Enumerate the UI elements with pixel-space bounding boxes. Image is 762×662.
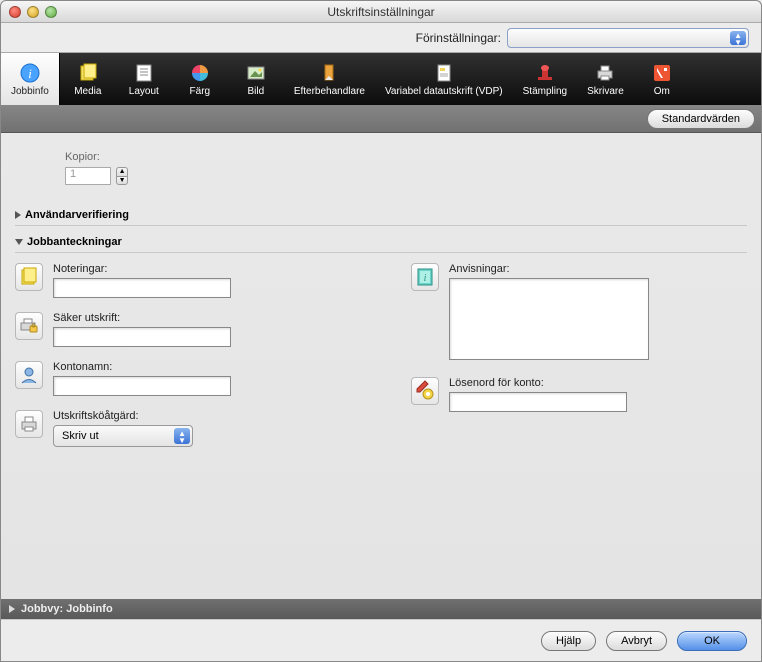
- about-icon: [651, 62, 673, 84]
- statusbar[interactable]: Jobbvy: Jobbinfo: [1, 599, 761, 619]
- cancel-button[interactable]: Avbryt: [606, 631, 667, 651]
- stamp-icon: [534, 62, 556, 84]
- tab-printer[interactable]: Skrivare: [577, 53, 634, 105]
- account-password-label: Lösenord för konto:: [449, 377, 747, 389]
- section-job-notes[interactable]: Jobbanteckningar: [15, 232, 747, 253]
- queue-action-value: Skriv ut: [62, 430, 99, 442]
- field-queue-action: Utskriftsköåtgärd: Skriv ut ▲▼: [15, 410, 351, 447]
- secure-print-icon: [15, 312, 43, 340]
- secure-print-input[interactable]: [53, 327, 231, 347]
- defaults-button-label: Standardvärden: [662, 113, 740, 125]
- window-title: Utskriftsinställningar: [1, 5, 761, 19]
- chevron-right-icon: [9, 605, 15, 613]
- content-area: Kopior: 1 ▲ ▼ Användarverifiering Jobban…: [1, 133, 761, 599]
- tab-image[interactable]: Bild: [228, 53, 284, 105]
- printer-icon: [15, 410, 43, 438]
- printer-icon: [594, 62, 616, 84]
- chevron-right-icon: [15, 211, 21, 219]
- col-left: Noteringar: Säker utskrift:: [15, 263, 351, 461]
- instructions-label: Anvisningar:: [449, 263, 747, 275]
- secure-print-label: Säker utskrift:: [53, 312, 351, 324]
- ok-button[interactable]: OK: [677, 631, 747, 651]
- presets-dropdown[interactable]: ▲▼: [507, 28, 749, 48]
- cancel-button-label: Avbryt: [621, 635, 652, 647]
- account-name-label: Kontonamn:: [53, 361, 351, 373]
- footer: Hjälp Avbryt OK: [1, 619, 761, 661]
- field-notes: Noteringar:: [15, 263, 351, 298]
- tab-media[interactable]: Media: [60, 53, 116, 105]
- tab-color[interactable]: Färg: [172, 53, 228, 105]
- chevron-updown-icon: ▲▼: [178, 430, 186, 444]
- tab-label: Bild: [247, 86, 264, 97]
- copies-label: Kopior:: [65, 151, 747, 163]
- layout-icon: [133, 62, 155, 84]
- svg-text:i: i: [424, 273, 427, 284]
- field-account-password: Lösenord för konto:: [411, 377, 747, 412]
- media-icon: [77, 62, 99, 84]
- svg-text:i: i: [28, 66, 32, 81]
- queue-action-label: Utskriftsköåtgärd:: [53, 410, 351, 422]
- tab-finishing[interactable]: Efterbehandlare: [284, 53, 375, 105]
- copies-input[interactable]: 1: [65, 167, 111, 185]
- tab-label: Om: [654, 86, 670, 97]
- toolbar: i Jobbinfo Media Layout Färg Bi: [1, 53, 761, 105]
- stepper-up[interactable]: ▲: [116, 167, 128, 176]
- defaults-button[interactable]: Standardvärden: [647, 109, 755, 129]
- notes-input[interactable]: [53, 278, 231, 298]
- instructions-textarea[interactable]: [449, 278, 649, 360]
- stepper-down[interactable]: ▼: [116, 176, 128, 185]
- tab-label: Media: [74, 86, 101, 97]
- statusbar-text: Jobbvy: Jobbinfo: [21, 603, 113, 615]
- chevron-updown-icon: ▲▼: [734, 32, 742, 46]
- tab-about[interactable]: Om: [634, 53, 690, 105]
- tab-label: Skrivare: [587, 86, 624, 97]
- help-button[interactable]: Hjälp: [541, 631, 596, 651]
- col-right: i Anvisningar: Lösenord för konto:: [411, 263, 747, 461]
- print-settings-window: Utskriftsinställningar Förinställningar:…: [0, 0, 762, 662]
- queue-action-dropdown[interactable]: Skriv ut ▲▼: [53, 425, 193, 447]
- ok-button-label: OK: [704, 635, 720, 647]
- field-secure-print: Säker utskrift:: [15, 312, 351, 347]
- bookmark-icon: [318, 62, 340, 84]
- section-user-verification[interactable]: Användarverifiering: [15, 205, 747, 226]
- notes-icon: [15, 263, 43, 291]
- tab-label: Jobbinfo: [11, 86, 49, 97]
- tab-stamping[interactable]: Stämpling: [513, 53, 577, 105]
- copies-row: Kopior: 1 ▲ ▼: [65, 151, 747, 185]
- user-icon: [15, 361, 43, 389]
- account-password-input[interactable]: [449, 392, 627, 412]
- field-account-name: Kontonamn:: [15, 361, 351, 396]
- presets-label: Förinställningar:: [416, 31, 501, 45]
- tab-label: Stämpling: [523, 86, 567, 97]
- tab-jobinfo[interactable]: i Jobbinfo: [1, 53, 60, 105]
- info-icon: i: [19, 62, 41, 84]
- job-notes-panel: Noteringar: Säker utskrift:: [15, 263, 747, 461]
- tab-label: Efterbehandlare: [294, 86, 365, 97]
- copies-stepper: ▲ ▼: [116, 167, 128, 185]
- key-icon: [411, 377, 439, 405]
- tab-label: Färg: [190, 86, 211, 97]
- image-icon: [245, 62, 267, 84]
- section-title: Jobbanteckningar: [27, 236, 122, 248]
- help-button-label: Hjälp: [556, 635, 581, 647]
- account-name-input[interactable]: [53, 376, 231, 396]
- field-instructions: i Anvisningar:: [411, 263, 747, 363]
- section-title: Användarverifiering: [25, 209, 129, 221]
- document-icon: [433, 62, 455, 84]
- instructions-icon: i: [411, 263, 439, 291]
- subtoolbar: Standardvärden: [1, 105, 761, 133]
- tab-layout[interactable]: Layout: [116, 53, 172, 105]
- tab-label: Variabel datautskrift (VDP): [385, 86, 503, 97]
- presets-row: Förinställningar: ▲▼: [1, 23, 761, 53]
- color-icon: [189, 62, 211, 84]
- tab-vdp[interactable]: Variabel datautskrift (VDP): [375, 53, 513, 105]
- chevron-down-icon: [15, 239, 23, 245]
- tab-label: Layout: [129, 86, 159, 97]
- titlebar: Utskriftsinställningar: [1, 1, 761, 23]
- notes-label: Noteringar:: [53, 263, 351, 275]
